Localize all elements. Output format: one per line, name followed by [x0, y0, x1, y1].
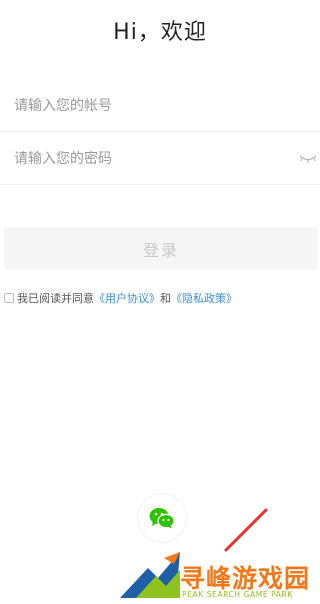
login-button[interactable]: 登录 — [4, 227, 318, 270]
agreement-prefix: 我已阅读并同意 — [17, 292, 94, 305]
user-agreement-link[interactable]: 《用户协议》 — [94, 290, 160, 306]
account-field — [0, 80, 320, 132]
eye-closed-icon[interactable] — [298, 151, 318, 165]
agreement-and: 和 — [160, 292, 171, 305]
agreement-row: 我已阅读并同意 《用户协议》 和 《隐私政策》 — [4, 290, 237, 306]
agreement-checkbox[interactable] — [4, 293, 14, 303]
privacy-policy-link[interactable]: 《隐私政策》 — [171, 290, 237, 306]
page-title: Hi，欢迎 — [113, 20, 207, 45]
account-input[interactable] — [14, 80, 284, 131]
password-input[interactable] — [14, 133, 284, 184]
watermark: 寻峰游戏园 PEAK SEARCH GAME PARK — [118, 506, 318, 602]
watermark-subtitle: PEAK SEARCH GAME PARK — [182, 590, 293, 599]
password-field — [0, 133, 320, 185]
